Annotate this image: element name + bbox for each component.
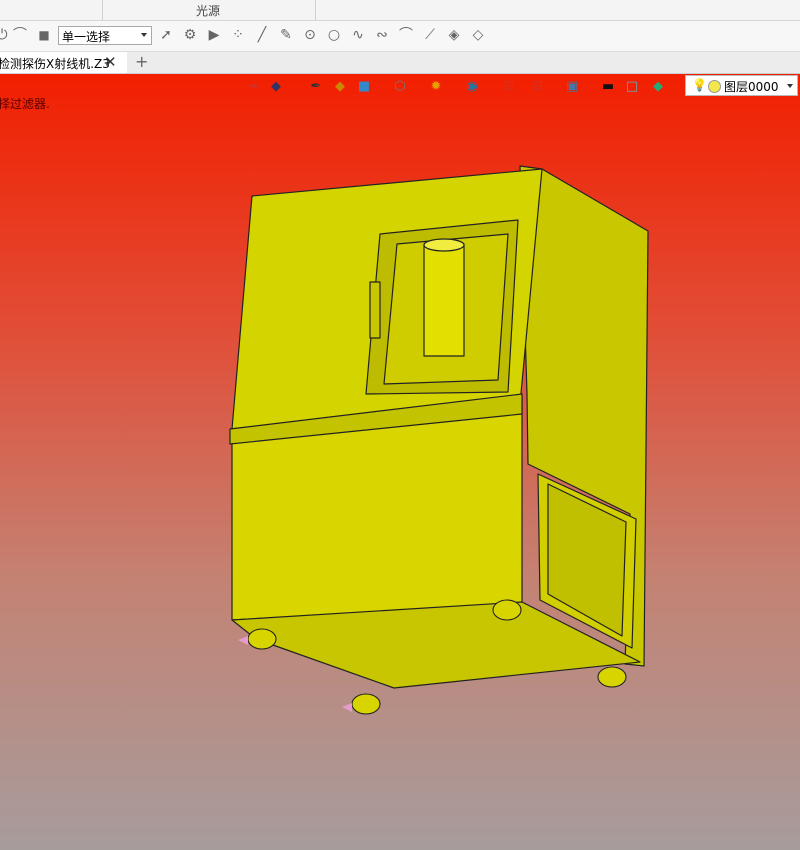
filter-icon[interactable]: ⌒ <box>12 27 28 43</box>
chevron-down-icon <box>787 84 793 88</box>
zoom-icon[interactable]: ◉ <box>464 79 480 95</box>
layer-name: 图层0000 <box>724 80 779 94</box>
black-bar-icon[interactable]: ▬ <box>600 79 616 95</box>
slash-icon[interactable]: ⟋ <box>422 27 438 43</box>
exit-icon[interactable]: ⇥ <box>244 79 260 95</box>
display-icon[interactable]: ▣ <box>564 79 580 95</box>
gear-select-icon[interactable]: ⚙ <box>182 27 198 43</box>
line-icon[interactable]: ╱ <box>254 27 270 43</box>
background-icon[interactable]: □ <box>624 79 640 95</box>
ribbon-group-label-light: 光源 <box>196 4 221 18</box>
section-icon[interactable]: ⊟ <box>530 79 546 95</box>
add-tab-button[interactable]: + <box>135 52 148 71</box>
arrow-select-icon[interactable]: ➚ <box>158 27 174 43</box>
selection-filter-message: 择过滤器. <box>0 97 50 111</box>
wave-icon[interactable]: ∿ <box>350 27 366 43</box>
pen-icon[interactable]: ✎ <box>278 27 294 43</box>
circle-icon[interactable]: ○ <box>326 27 342 43</box>
arc-icon[interactable]: ⌒ <box>398 27 414 43</box>
tab-title: 检测探伤X射线机.Z3 <box>0 57 110 71</box>
fit-icon[interactable]: ⊡ <box>502 79 518 95</box>
ribbon-separator <box>315 0 316 20</box>
render-icon[interactable]: ✹ <box>428 79 444 95</box>
ribbon-group-labels: 光源 <box>0 0 800 21</box>
selection-mode-dropdown[interactable]: 单一选择 <box>58 26 152 45</box>
power-icon[interactable]: ⏻ <box>0 27 10 43</box>
x-ray-cabinet-model[interactable] <box>0 74 800 850</box>
shaded-icon[interactable]: ◆ <box>332 79 348 95</box>
close-icon[interactable]: ✕ <box>104 53 117 71</box>
circle-dot-icon[interactable]: ⊙ <box>302 27 318 43</box>
pen-icon[interactable]: ✒ <box>308 79 324 95</box>
chevron-down-icon <box>141 33 147 37</box>
layer-stack-icon[interactable]: ◆ <box>650 79 666 95</box>
view-icon[interactable]: ◆ <box>268 79 284 95</box>
layer-dropdown[interactable]: 💡 图层0000 <box>685 75 798 96</box>
curve-icon[interactable]: ∾ <box>374 27 390 43</box>
lightbulb-icon[interactable]: 💡 <box>692 78 707 92</box>
tab-document[interactable]: 检测探伤X射线机.Z3 ✕ <box>0 52 127 73</box>
main-toolbar: ⏻ ⌒ ■ 单一选择 ➚ ⚙ ▶ ⁘ ╱ ✎ ⊙ ○ ∿ ∾ ⌒ ⟋ ◈ ◇ <box>0 21 800 52</box>
stop-icon[interactable]: ■ <box>36 27 52 43</box>
document-tab-bar: 检测探伤X射线机.Z3 ✕ + <box>0 52 800 74</box>
layer-color-icon <box>708 80 721 93</box>
cube-icon[interactable]: ■ <box>356 79 372 95</box>
selection-mode-value: 单一选择 <box>62 30 111 44</box>
cube-outline-icon[interactable]: ⬡ <box>392 79 408 95</box>
stack-icon[interactable]: ◈ <box>446 27 462 43</box>
play-icon[interactable]: ▶ <box>206 27 222 43</box>
dots-icon[interactable]: ⁘ <box>230 27 246 43</box>
stack2-icon[interactable]: ◇ <box>470 27 486 43</box>
ribbon-separator <box>102 0 103 20</box>
3d-viewport[interactable]: 择过滤器. ⇥ ◆ ✒ ◆ ■ ⬡ ✹ ◉ ⊡ ⊟ ▣ ▬ □ ◆ 💡 图层00… <box>0 74 800 850</box>
